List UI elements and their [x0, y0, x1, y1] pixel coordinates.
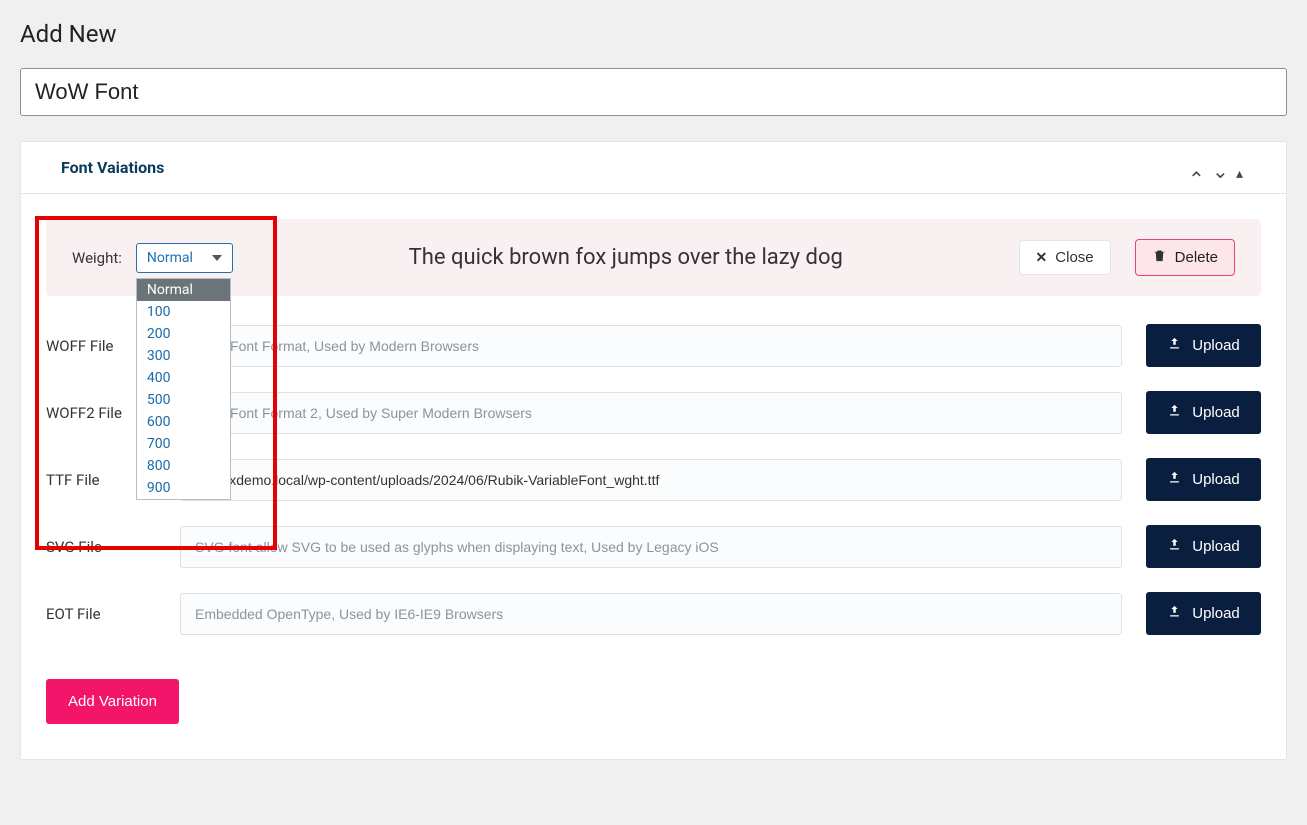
file-path-input[interactable] — [180, 459, 1122, 501]
weight-option[interactable]: 100 — [137, 301, 230, 323]
upload-icon — [1167, 537, 1182, 556]
delete-button[interactable]: Delete — [1135, 239, 1235, 276]
move-down-icon[interactable] — [1212, 163, 1222, 173]
upload-icon — [1167, 604, 1182, 623]
file-row: EOT File Upload — [46, 592, 1261, 635]
file-row: SVG File Upload — [46, 525, 1261, 568]
weight-option[interactable]: 200 — [137, 323, 230, 345]
weight-option[interactable]: 500 — [137, 389, 230, 411]
chevron-down-icon — [212, 255, 222, 261]
close-button[interactable]: Close — [1019, 240, 1111, 275]
weight-label: Weight: — [72, 249, 122, 267]
weight-option[interactable]: Normal — [137, 279, 230, 301]
file-label: EOT File — [46, 605, 156, 623]
upload-button-label: Upload — [1192, 538, 1240, 555]
weight-option[interactable]: 300 — [137, 345, 230, 367]
panel-controls — [1188, 163, 1246, 173]
weight-select-wrap: Normal Normal100200300400500600700800900 — [136, 243, 233, 273]
upload-button[interactable]: Upload — [1146, 525, 1261, 568]
collapse-icon[interactable] — [1236, 163, 1246, 173]
variation-header: Weight: Normal Normal1002003004005006007… — [46, 219, 1261, 296]
upload-button-label: Upload — [1192, 337, 1240, 354]
weight-option[interactable]: 700 — [137, 433, 230, 455]
weight-selected-text: Normal — [147, 250, 193, 266]
upload-icon — [1167, 470, 1182, 489]
font-variations-panel: Font Vaiations Weight: Normal Normal1002… — [20, 141, 1287, 760]
weight-select[interactable]: Normal — [136, 243, 233, 273]
font-name-input[interactable] — [20, 68, 1287, 116]
upload-icon — [1167, 336, 1182, 355]
panel-title: Font Vaiations — [61, 158, 164, 177]
trash-icon — [1152, 248, 1167, 267]
page-title: Add New — [20, 20, 1287, 48]
move-up-icon[interactable] — [1188, 163, 1198, 173]
weight-option[interactable]: 600 — [137, 411, 230, 433]
upload-button[interactable]: Upload — [1146, 324, 1261, 367]
weight-option[interactable]: 900 — [137, 477, 230, 499]
close-icon — [1036, 249, 1048, 266]
panel-body: Weight: Normal Normal1002003004005006007… — [21, 194, 1286, 759]
weight-dropdown[interactable]: Normal100200300400500600700800900 — [136, 278, 231, 500]
upload-button[interactable]: Upload — [1146, 458, 1261, 501]
close-button-label: Close — [1055, 249, 1093, 266]
file-path-input[interactable] — [180, 593, 1122, 635]
font-preview-text: The quick brown fox jumps over the lazy … — [257, 245, 995, 270]
panel-header: Font Vaiations — [21, 142, 1286, 194]
upload-button-label: Upload — [1192, 605, 1240, 622]
upload-button-label: Upload — [1192, 404, 1240, 421]
delete-button-label: Delete — [1175, 249, 1218, 266]
file-path-input[interactable] — [180, 392, 1122, 434]
weight-group: Weight: Normal Normal1002003004005006007… — [72, 243, 233, 273]
upload-icon — [1167, 403, 1182, 422]
file-path-input[interactable] — [180, 325, 1122, 367]
add-variation-button[interactable]: Add Variation — [46, 679, 179, 724]
upload-button[interactable]: Upload — [1146, 391, 1261, 434]
weight-option[interactable]: 400 — [137, 367, 230, 389]
upload-button-label: Upload — [1192, 471, 1240, 488]
weight-option[interactable]: 800 — [137, 455, 230, 477]
file-path-input[interactable] — [180, 526, 1122, 568]
file-label: SVG File — [46, 538, 156, 556]
upload-button[interactable]: Upload — [1146, 592, 1261, 635]
